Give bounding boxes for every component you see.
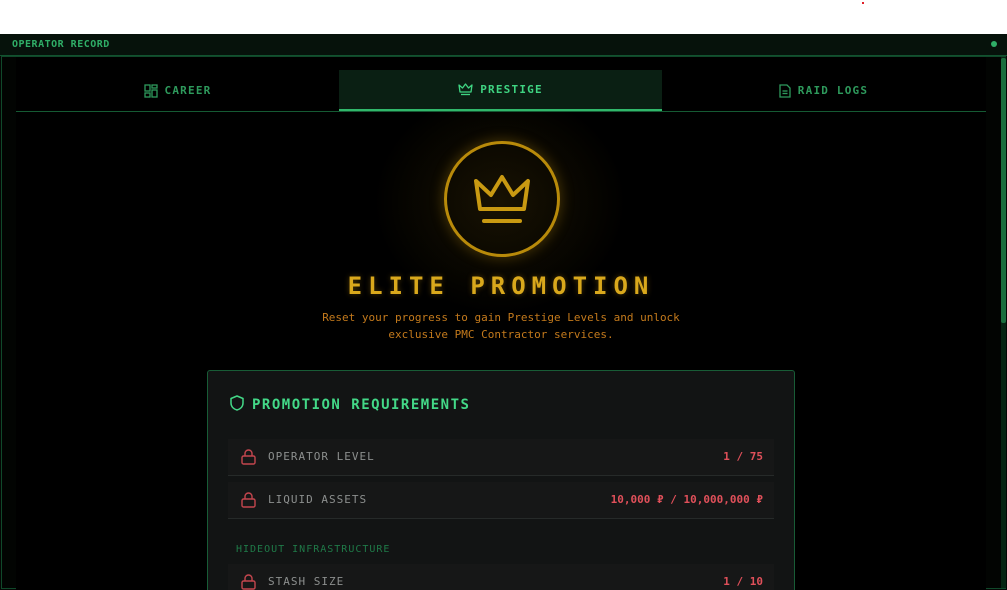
hero-subtitle-line-2: exclusive PMC Contractor services. (388, 328, 614, 341)
window-title: OPERATOR RECORD (12, 39, 110, 50)
indicator-dot (862, 2, 864, 4)
tab-prestige[interactable]: PRESTIGE (339, 70, 662, 111)
tab-raid-logs[interactable]: RAID LOGS (662, 70, 985, 111)
requirement-value: 1 / 75 (723, 450, 763, 463)
document-icon (779, 83, 791, 98)
lock-icon (241, 492, 256, 512)
crown-icon (458, 83, 473, 96)
main-content: CAREER PRESTIGE RAID LOGS ELITE PROMOTIO… (16, 57, 986, 590)
requirement-label: STASH SIZE (268, 575, 345, 588)
crown-badge (444, 141, 560, 257)
prestige-hero: ELITE PROMOTION Reset your progress to g… (16, 112, 986, 372)
requirement-label: OPERATOR LEVEL (268, 450, 375, 463)
hero-subtitle: Reset your progress to gain Prestige Lev… (16, 309, 986, 343)
requirements-panel: PROMOTION REQUIREMENTS OPERATOR LEVEL 1 … (207, 370, 795, 590)
tab-career-label: CAREER (164, 84, 212, 97)
hero-subtitle-line-1: Reset your progress to gain Prestige Lev… (322, 311, 680, 324)
dashboard-icon (143, 83, 158, 98)
requirement-row-stash-size: STASH SIZE 1 / 10 (228, 564, 774, 590)
tab-career[interactable]: CAREER (16, 70, 339, 111)
tab-bar: CAREER PRESTIGE RAID LOGS (16, 57, 986, 112)
hideout-section-label: HIDEOUT INFRASTRUCTURE (236, 544, 391, 555)
shield-icon (230, 395, 244, 415)
tab-prestige-label: PRESTIGE (480, 83, 543, 96)
lock-icon (241, 449, 256, 469)
scrollbar-thumb[interactable] (1001, 58, 1006, 323)
operator-record-window: OPERATOR RECORD CAREER PRESTIGE RAID LOG… (0, 34, 1007, 590)
tab-raid-logs-label: RAID LOGS (797, 84, 869, 97)
hero-title: ELITE PROMOTION (347, 272, 655, 300)
requirement-row-operator-level: OPERATOR LEVEL 1 / 75 (228, 439, 774, 476)
requirement-value: 10,000 ₽ / 10,000,000 ₽ (610, 493, 763, 506)
requirement-value: 1 / 10 (723, 575, 763, 588)
requirements-heading: PROMOTION REQUIREMENTS (230, 395, 470, 415)
requirement-label: LIQUID ASSETS (268, 493, 368, 506)
requirement-row-liquid-assets: LIQUID ASSETS 10,000 ₽ / 10,000,000 ₽ (228, 482, 774, 519)
crown-icon (474, 175, 530, 223)
requirements-heading-label: PROMOTION REQUIREMENTS (252, 397, 471, 413)
status-indicator (991, 41, 997, 47)
lock-icon (241, 574, 256, 590)
title-bar: OPERATOR RECORD (0, 34, 1007, 56)
